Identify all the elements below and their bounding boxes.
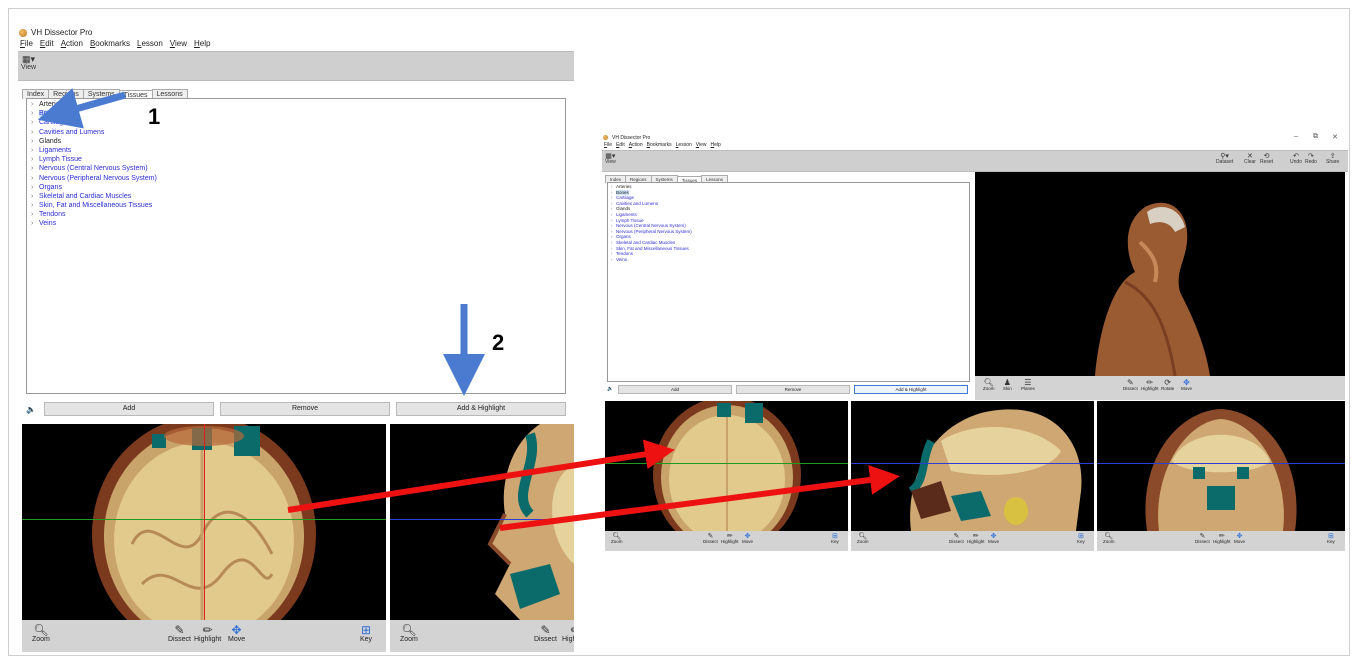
blue-arrow-to-bones	[37, 88, 126, 129]
red-arrow-axial	[287, 439, 675, 513]
step-2-label: 2	[492, 330, 505, 355]
annotation-overlay	[37, 88, 900, 531]
red-arrow-sagittal	[499, 465, 900, 531]
step-1-label: 1	[148, 104, 161, 129]
